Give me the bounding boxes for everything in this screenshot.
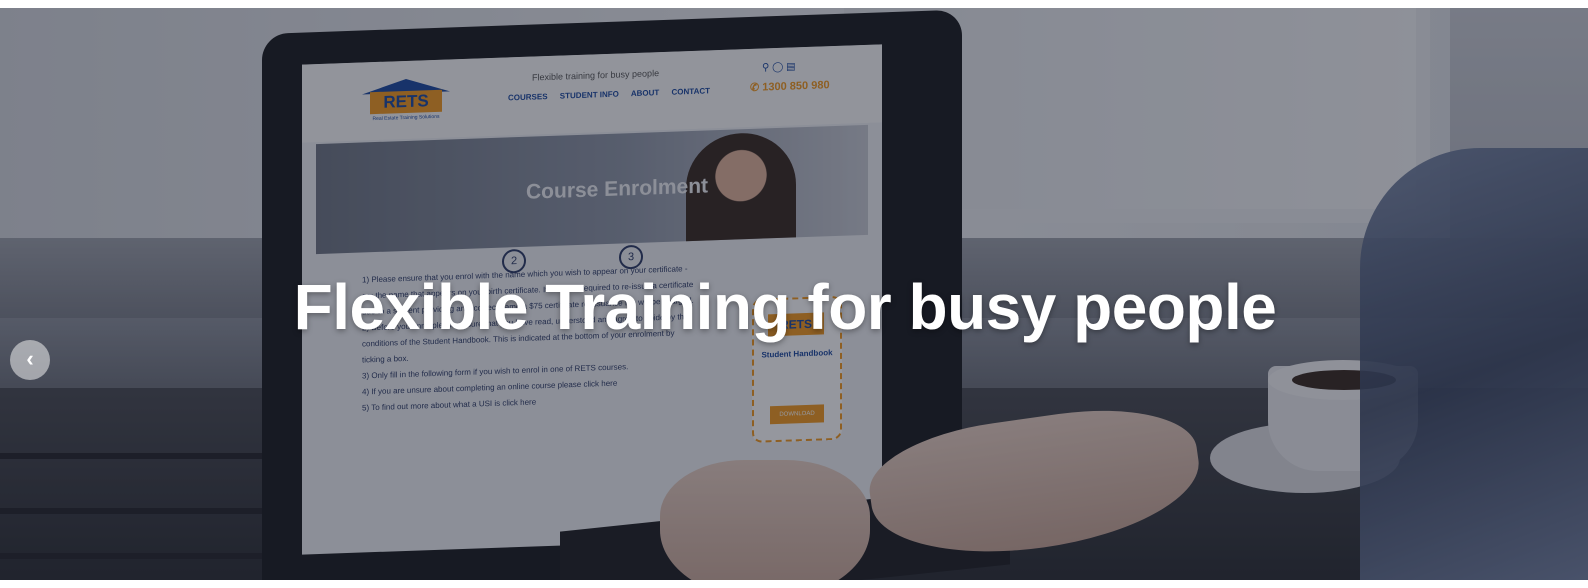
hero-slider: RETS Real Estate Training Solutions Flex… <box>0 8 1588 580</box>
chevron-left-icon: ‹ <box>26 346 34 371</box>
slider-prev-button[interactable]: ‹ <box>10 340 50 380</box>
slide-title: Flexible Training for busy people <box>293 271 1277 343</box>
